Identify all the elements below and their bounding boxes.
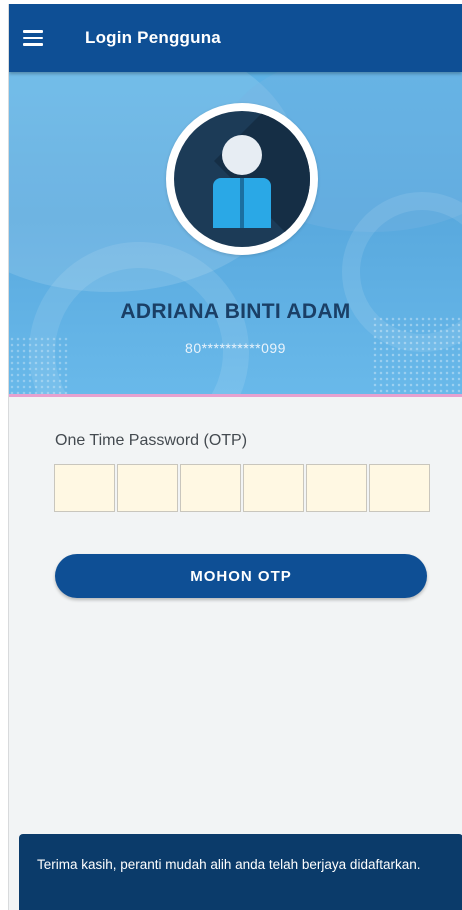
user-phone-masked: 80**********099 bbox=[185, 340, 286, 356]
hamburger-menu-icon[interactable] bbox=[23, 19, 61, 57]
otp-input-group bbox=[54, 464, 430, 512]
otp-digit-4[interactable] bbox=[243, 464, 304, 512]
banner-divider bbox=[9, 394, 462, 397]
otp-label: One Time Password (OTP) bbox=[55, 432, 248, 449]
page-title: Login Pengguna bbox=[85, 28, 221, 47]
otp-digit-5[interactable] bbox=[306, 464, 367, 512]
otp-digit-2[interactable] bbox=[117, 464, 178, 512]
snackbar-message: Terima kasih, peranti mudah alih anda te… bbox=[19, 834, 462, 910]
user-avatar-icon bbox=[174, 111, 310, 247]
request-otp-button[interactable]: MOHON OTP bbox=[55, 554, 427, 598]
otp-digit-1[interactable] bbox=[54, 464, 115, 512]
otp-digit-3[interactable] bbox=[180, 464, 241, 512]
app-bar: Login Pengguna bbox=[9, 4, 462, 72]
app-screen: Login Pengguna ADRIANA BINTI ADAM 80****… bbox=[8, 4, 462, 910]
avatar bbox=[166, 103, 318, 255]
otp-digit-6[interactable] bbox=[369, 464, 430, 512]
user-name: ADRIANA BINTI ADAM bbox=[120, 300, 351, 323]
